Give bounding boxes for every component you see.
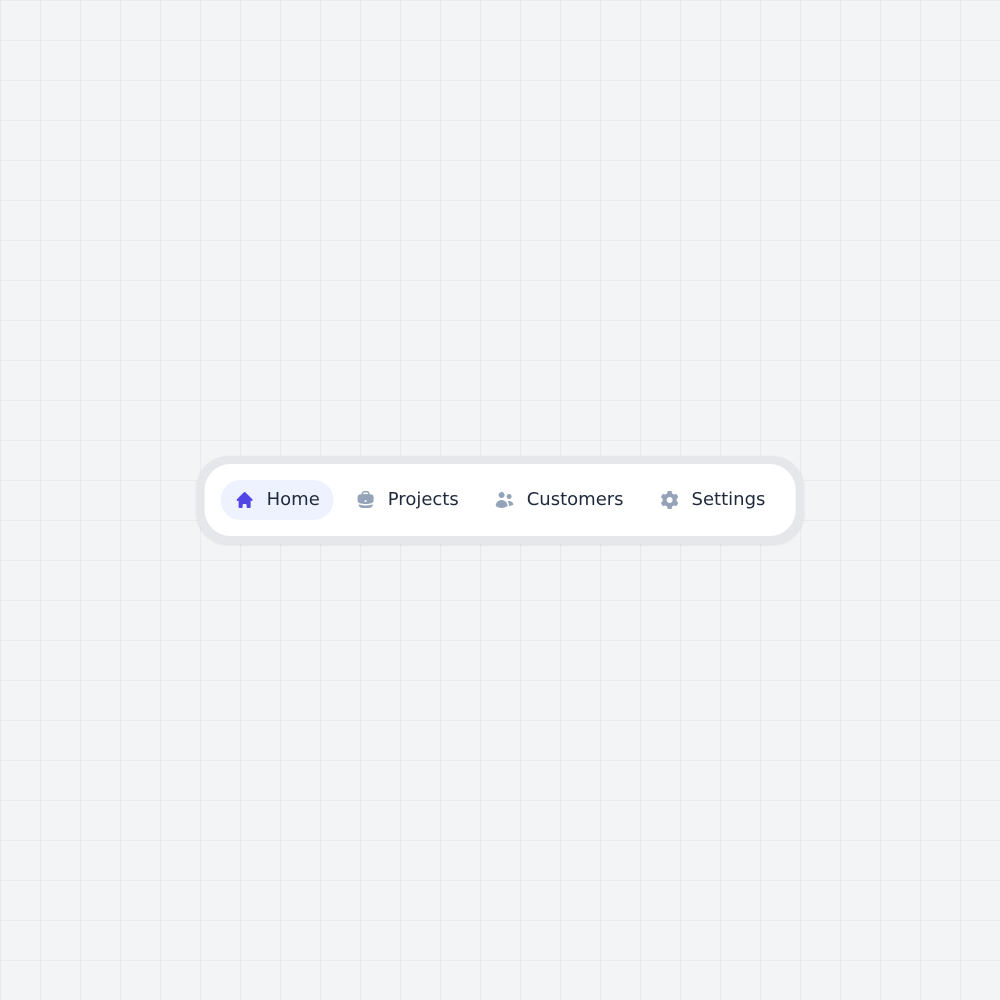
menu-item-label: Settings bbox=[692, 491, 766, 509]
menu-item-projects[interactable]: Projects bbox=[342, 480, 473, 520]
gear-icon bbox=[660, 490, 680, 510]
menu-item-label: Customers bbox=[527, 491, 624, 509]
menu-item-home[interactable]: Home bbox=[221, 480, 334, 520]
menu-item-settings[interactable]: Settings bbox=[646, 480, 780, 520]
menu-item-customers[interactable]: Customers bbox=[481, 480, 638, 520]
briefcase-icon bbox=[356, 490, 376, 510]
menu-item-label: Home bbox=[267, 491, 320, 509]
navbar-wrapper: Home Projects Customers Settings bbox=[197, 456, 804, 544]
users-icon bbox=[495, 490, 515, 510]
navbar-outer: Home Projects Customers Settings bbox=[197, 456, 804, 544]
home-icon bbox=[235, 490, 255, 510]
navbar: Home Projects Customers Settings bbox=[205, 464, 796, 536]
menu-item-label: Projects bbox=[388, 491, 459, 509]
